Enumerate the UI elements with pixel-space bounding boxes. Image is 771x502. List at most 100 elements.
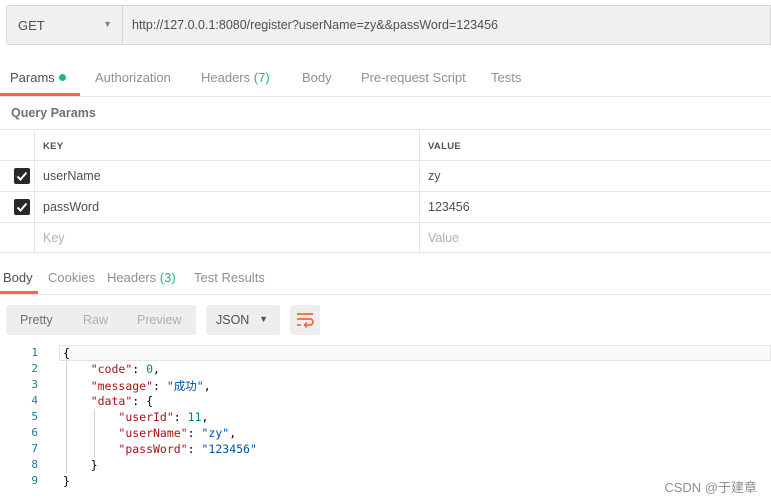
line-number: 2 (31, 362, 38, 375)
json-string: "zy" (201, 426, 230, 440)
tab-tests[interactable]: Tests (491, 70, 521, 85)
key-header: KEY (34, 130, 419, 160)
json-brace: { (63, 346, 70, 360)
param-checkbox[interactable] (14, 199, 30, 215)
query-params-title: Query Params (11, 106, 96, 120)
line-number: 4 (31, 394, 38, 407)
line-number: 6 (31, 426, 38, 439)
tab-params[interactable]: Params (10, 70, 66, 85)
key-placeholder: Key (43, 231, 65, 245)
response-headers-count: (3) (159, 270, 176, 285)
row-check-cell (0, 161, 34, 191)
table-row: passWord 123456 (0, 191, 771, 222)
json-string: "成功" (166, 379, 204, 393)
url-input[interactable]: http://127.0.0.1:8080/register?userName=… (123, 5, 771, 45)
line-number: 3 (31, 378, 38, 391)
param-value-cell[interactable]: 123456 (419, 192, 771, 222)
code-line: "code": 0, (90, 362, 160, 376)
wrap-lines-button[interactable] (290, 305, 320, 335)
value-header-label: VALUE (428, 141, 461, 152)
pretty-button[interactable]: Pretty (20, 313, 53, 327)
json-key: "data" (90, 394, 133, 408)
json-brace: } (90, 458, 98, 472)
line-number: 1 (31, 346, 38, 359)
preview-button[interactable]: Preview (137, 313, 181, 327)
json-string: "123456" (201, 442, 257, 456)
json-key: "userId" (118, 410, 174, 424)
json-number: 0 (146, 362, 154, 376)
code-line: "passWord": "123456" (118, 442, 257, 456)
param-value: 123456 (428, 200, 470, 214)
response-tabs: Body Cookies Headers (3) Test Results (0, 262, 771, 295)
tab-body[interactable]: Body (302, 70, 332, 85)
chevron-down-icon: ▼ (259, 314, 268, 324)
json-key: "userName" (118, 426, 188, 440)
format-select[interactable]: JSON ▼ (206, 305, 280, 335)
param-checkbox[interactable] (14, 168, 30, 184)
code-line: { (63, 346, 70, 360)
response-body-viewer[interactable]: 1 2 3 4 5 6 7 8 9 { "code": 0, "message"… (0, 345, 771, 490)
method-label: GET (18, 18, 45, 33)
params-active-dot (58, 74, 66, 81)
tab-params-label: Params (10, 70, 55, 85)
line-number: 5 (31, 410, 38, 423)
line-number: 9 (31, 474, 38, 487)
request-bar: GET ▼ http://127.0.0.1:8080/register?use… (6, 5, 771, 45)
new-key-input[interactable]: Key (34, 223, 419, 253)
tab-response-body[interactable]: Body (3, 270, 33, 285)
tab-test-results[interactable]: Test Results (194, 270, 265, 285)
json-key: "message" (90, 379, 154, 393)
active-response-tab-indicator (0, 291, 38, 294)
tab-authorization[interactable]: Authorization (95, 70, 171, 85)
chevron-down-icon: ▼ (103, 19, 112, 29)
tab-response-headers[interactable]: Headers (3) (107, 270, 176, 285)
tab-cookies[interactable]: Cookies (48, 270, 95, 285)
code-line: "data": { (90, 394, 154, 408)
new-value-input[interactable]: Value (419, 223, 771, 253)
line-number: 7 (31, 442, 38, 455)
view-mode-group: Pretty Raw Preview (6, 305, 196, 335)
code-line: "message": "成功", (90, 379, 211, 393)
format-label: JSON (216, 313, 250, 327)
param-value-cell[interactable]: zy (419, 161, 771, 191)
tab-headers[interactable]: Headers (7) (201, 70, 270, 85)
current-line-highlight (59, 345, 771, 361)
value-placeholder: Value (428, 231, 460, 245)
table-row: userName zy (0, 160, 771, 191)
param-key: passWord (43, 200, 100, 214)
param-key-cell[interactable]: passWord (34, 192, 419, 222)
code-line: } (63, 458, 98, 472)
param-key: userName (43, 169, 101, 183)
url-text: http://127.0.0.1:8080/register?userName=… (132, 18, 498, 32)
active-tab-indicator (0, 93, 80, 96)
code-line: } (63, 474, 70, 488)
code-line: "userId": 11, (118, 410, 209, 424)
tab-prerequest-script[interactable]: Pre-request Script (361, 70, 466, 85)
json-key: "code" (90, 362, 133, 376)
json-number: 11 (187, 410, 202, 424)
wrap-lines-icon (297, 313, 314, 328)
param-key-cell[interactable]: userName (34, 161, 419, 191)
tab-response-headers-label: Headers (107, 270, 157, 285)
watermark: CSDN @于建章 (664, 480, 757, 495)
tab-headers-label: Headers (201, 70, 251, 85)
code-line: "userName": "zy", (118, 426, 237, 440)
table-row-new: Key Value (0, 222, 771, 253)
headers-count: (7) (253, 70, 270, 85)
row-check-cell (0, 192, 34, 222)
method-select[interactable]: GET ▼ (6, 5, 123, 45)
json-brace: { (146, 394, 154, 408)
row-check-cell (0, 223, 34, 253)
header-check-cell (0, 130, 34, 160)
key-header-label: KEY (43, 141, 64, 152)
table-header-row: KEY VALUE (0, 129, 771, 160)
json-brace: } (63, 474, 70, 488)
line-number: 8 (31, 458, 38, 471)
check-icon (16, 171, 28, 181)
request-tabs: Params Authorization Headers (7) Body Pr… (0, 62, 771, 97)
value-header: VALUE (419, 130, 771, 160)
raw-button[interactable]: Raw (83, 313, 108, 327)
check-icon (16, 202, 28, 212)
param-value: zy (428, 169, 441, 183)
json-key: "passWord" (118, 442, 188, 456)
